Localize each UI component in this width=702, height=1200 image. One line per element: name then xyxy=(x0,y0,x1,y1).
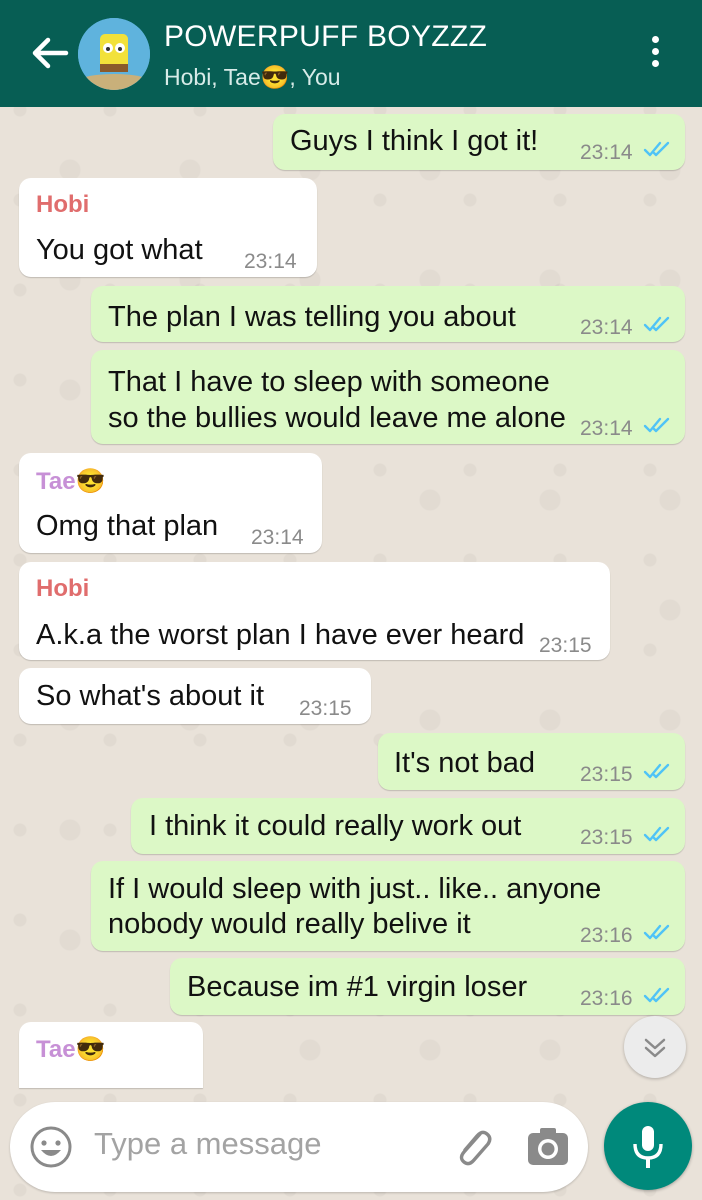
incoming-message[interactable]: Tae😎 Omg that plan 23:14 xyxy=(19,453,322,553)
more-options-icon[interactable] xyxy=(640,32,670,78)
chat-participants[interactable]: Hobi, Tae😎, You xyxy=(164,64,341,91)
voice-record-button[interactable] xyxy=(604,1102,692,1190)
read-receipt-icon xyxy=(643,141,670,157)
message-text: I think it could really work out xyxy=(149,810,522,842)
incoming-message[interactable]: Hobi A.k.a the worst plan I have ever he… xyxy=(19,562,610,660)
message-text-line: If I would sleep with just.. like.. anyo… xyxy=(108,873,602,905)
message-time: 23:14 xyxy=(251,526,304,549)
message-time: 23:14 xyxy=(244,250,297,273)
chat-header: POWERPUFF BOYZZZ Hobi, Tae😎, You xyxy=(0,0,702,107)
camera-icon[interactable] xyxy=(525,1124,571,1170)
message-sender: Tae😎 xyxy=(36,468,106,495)
message-time: 23:16 xyxy=(580,924,633,947)
message-text-line: nobody would really belive it xyxy=(108,908,471,940)
attachment-icon[interactable] xyxy=(450,1122,496,1172)
message-sender: Tae😎 xyxy=(36,1036,106,1063)
message-sender: Hobi xyxy=(36,575,90,602)
outgoing-message[interactable]: That I have to sleep with someone so the… xyxy=(91,350,685,444)
read-receipt-icon xyxy=(643,417,670,433)
message-text-line: so the bullies would leave me alone xyxy=(108,402,566,434)
message-time: 23:15 xyxy=(299,697,352,720)
message-text-line: That I have to sleep with someone xyxy=(108,366,550,398)
outgoing-message[interactable]: Guys I think I got it! 23:14 xyxy=(273,114,685,170)
message-text: So what's about it xyxy=(36,680,265,712)
message-text: Because im #1 virgin loser xyxy=(187,971,528,1003)
message-time: 23:15 xyxy=(539,634,592,657)
microphone-icon xyxy=(633,1126,663,1168)
outgoing-message[interactable]: Because im #1 virgin loser 23:16 xyxy=(170,958,685,1015)
outgoing-message[interactable]: It's not bad 23:15 xyxy=(378,733,685,790)
chevron-double-down-icon xyxy=(644,1038,666,1058)
read-receipt-icon xyxy=(643,987,670,1003)
group-avatar[interactable] xyxy=(78,18,150,90)
message-text: Guys I think I got it! xyxy=(290,125,539,157)
emoji-icon[interactable] xyxy=(28,1124,74,1170)
read-receipt-icon xyxy=(643,316,670,332)
message-text: Omg that plan xyxy=(36,510,219,542)
message-text: The plan I was telling you about xyxy=(108,301,516,333)
read-receipt-icon xyxy=(643,924,670,940)
message-text: You got what xyxy=(36,234,203,266)
outgoing-message[interactable]: The plan I was telling you about 23:14 xyxy=(91,286,685,342)
incoming-message[interactable]: Tae😎 xyxy=(19,1022,203,1088)
message-sender: Hobi xyxy=(36,191,90,218)
message-time: 23:14 xyxy=(580,316,633,339)
message-time: 23:16 xyxy=(580,987,633,1010)
back-arrow-icon[interactable] xyxy=(28,30,72,76)
message-time: 23:15 xyxy=(580,826,633,849)
message-input[interactable]: Type a message xyxy=(94,1126,321,1162)
message-text: A.k.a the worst plan I have ever heard xyxy=(36,619,525,651)
read-receipt-icon xyxy=(643,763,670,779)
scroll-to-bottom-button[interactable] xyxy=(624,1016,686,1078)
outgoing-message[interactable]: If I would sleep with just.. like.. anyo… xyxy=(91,861,685,951)
message-time: 23:14 xyxy=(580,417,633,440)
message-composer: Type a message xyxy=(10,1102,588,1192)
message-time: 23:14 xyxy=(580,141,633,164)
message-text: It's not bad xyxy=(394,747,535,779)
outgoing-message[interactable]: I think it could really work out 23:15 xyxy=(131,798,685,854)
read-receipt-icon xyxy=(643,826,670,842)
message-time: 23:15 xyxy=(580,763,633,786)
incoming-message[interactable]: Hobi You got what 23:14 xyxy=(19,178,317,277)
chat-title[interactable]: POWERPUFF BOYZZZ xyxy=(164,20,487,54)
incoming-message[interactable]: So what's about it 23:15 xyxy=(19,668,371,724)
